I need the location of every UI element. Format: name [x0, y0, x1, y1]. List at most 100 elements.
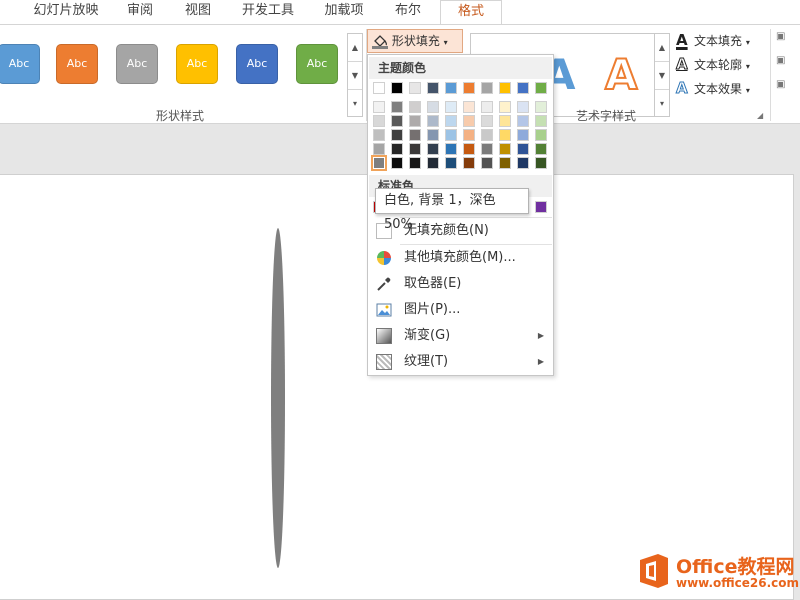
theme-color-swatch[interactable] — [499, 115, 511, 127]
arrange-icon-2[interactable]: ▣ — [776, 55, 800, 75]
gallery-more-icon[interactable]: ▾ — [348, 90, 362, 118]
theme-color-swatch[interactable] — [391, 101, 403, 113]
theme-color-swatch[interactable] — [463, 115, 475, 127]
theme-color-swatch[interactable] — [373, 143, 385, 155]
shape-style-3[interactable]: Abc — [116, 44, 158, 84]
text-outline-button[interactable]: A 文本轮廓 ▾ — [676, 53, 750, 75]
tab-review[interactable]: 审阅 — [118, 0, 162, 24]
theme-color-swatch[interactable] — [481, 101, 493, 113]
theme-color-swatch[interactable] — [373, 129, 385, 141]
text-effects-button[interactable]: A 文本效果 ▾ — [676, 77, 750, 99]
arrange-icon-1[interactable]: ▣ — [776, 31, 800, 51]
theme-color-swatch[interactable] — [427, 101, 439, 113]
wordart-style-orange-outline[interactable]: A — [604, 49, 638, 100]
theme-color-swatch[interactable] — [409, 115, 421, 127]
picture-fill-label: 图片(P)... — [404, 302, 461, 317]
theme-color-swatch[interactable] — [481, 82, 493, 94]
tab-slideshow[interactable]: 幻灯片放映 — [30, 0, 102, 24]
dialog-launcher-icon[interactable]: ◢ — [757, 111, 763, 120]
theme-color-swatch[interactable] — [427, 157, 439, 169]
more-fill-colors-item[interactable]: 其他填充颜色(M)... — [369, 246, 552, 270]
tab-view[interactable]: 视图 — [176, 0, 220, 24]
shape-style-1[interactable]: Abc — [0, 44, 40, 84]
submenu-arrow-icon: ▶ — [537, 357, 544, 366]
theme-color-swatch[interactable] — [499, 129, 511, 141]
theme-color-swatch[interactable] — [463, 82, 475, 94]
theme-color-swatch[interactable] — [373, 157, 385, 169]
theme-color-swatch[interactable] — [481, 115, 493, 127]
theme-color-swatch[interactable] — [409, 82, 421, 94]
theme-color-swatch[interactable] — [445, 82, 457, 94]
theme-color-swatch[interactable] — [427, 129, 439, 141]
theme-color-swatch[interactable] — [535, 157, 547, 169]
theme-color-swatch[interactable] — [535, 101, 547, 113]
theme-color-swatch[interactable] — [373, 101, 385, 113]
theme-color-swatch[interactable] — [373, 82, 385, 94]
theme-color-swatch[interactable] — [463, 101, 475, 113]
theme-color-swatch[interactable] — [463, 157, 475, 169]
texture-fill-item[interactable]: 纹理(T) ▶ — [369, 350, 552, 374]
theme-color-swatch[interactable] — [391, 143, 403, 155]
text-fill-button[interactable]: A 文本填充 ▾ — [676, 29, 750, 51]
tab-addins[interactable]: 加载项 — [316, 0, 372, 24]
theme-color-swatch[interactable] — [517, 101, 529, 113]
theme-color-swatch[interactable] — [517, 115, 529, 127]
tab-format[interactable]: 格式 — [440, 0, 502, 24]
theme-color-swatch[interactable] — [481, 157, 493, 169]
theme-color-swatch[interactable] — [445, 157, 457, 169]
theme-color-swatch[interactable] — [427, 115, 439, 127]
theme-color-swatch[interactable] — [427, 82, 439, 94]
theme-color-swatch[interactable] — [499, 143, 511, 155]
theme-color-swatch[interactable] — [409, 101, 421, 113]
theme-color-swatch[interactable] — [535, 82, 547, 94]
eyedropper-item[interactable]: 取色器(E) — [369, 272, 552, 296]
standard-color-swatch[interactable] — [535, 201, 547, 213]
theme-color-swatch[interactable] — [463, 129, 475, 141]
theme-color-swatch[interactable] — [409, 143, 421, 155]
theme-color-swatch[interactable] — [391, 157, 403, 169]
picture-fill-item[interactable]: 图片(P)... — [369, 298, 552, 322]
theme-color-swatch[interactable] — [517, 143, 529, 155]
shape-fill-button[interactable]: 形状填充 ▾ — [367, 29, 463, 53]
theme-color-swatch[interactable] — [499, 101, 511, 113]
theme-color-swatch[interactable] — [535, 143, 547, 155]
theme-color-swatch[interactable] — [445, 143, 457, 155]
theme-color-swatch[interactable] — [373, 115, 385, 127]
theme-color-swatch[interactable] — [391, 129, 403, 141]
gallery-up-icon[interactable]: ▲ — [348, 34, 362, 62]
shape-style-6[interactable]: Abc — [296, 44, 338, 84]
wordart-down-icon[interactable]: ▼ — [655, 62, 669, 90]
wordart-up-icon[interactable]: ▲ — [655, 34, 669, 62]
theme-color-swatch[interactable] — [499, 82, 511, 94]
theme-color-swatch[interactable] — [463, 143, 475, 155]
gradient-fill-item[interactable]: 渐变(G) ▶ — [369, 324, 552, 348]
shape-styles-group-label: 形状样式 — [156, 109, 205, 123]
shape-style-2[interactable]: Abc — [56, 44, 98, 84]
theme-color-swatch[interactable] — [445, 101, 457, 113]
selected-ellipse-shape[interactable] — [271, 228, 285, 568]
theme-color-swatch[interactable] — [481, 143, 493, 155]
gallery-down-icon[interactable]: ▼ — [348, 62, 362, 90]
theme-color-swatch[interactable] — [391, 82, 403, 94]
tab-boolean[interactable]: 布尔 — [386, 0, 430, 24]
theme-color-swatch[interactable] — [517, 129, 529, 141]
theme-color-swatch[interactable] — [445, 129, 457, 141]
shape-style-5[interactable]: Abc — [236, 44, 278, 84]
theme-color-swatch[interactable] — [499, 157, 511, 169]
theme-color-swatch[interactable] — [535, 129, 547, 141]
tab-developer[interactable]: 开发工具 — [234, 0, 302, 24]
theme-color-swatch[interactable] — [409, 129, 421, 141]
theme-color-swatch[interactable] — [409, 157, 421, 169]
text-effects-icon: A — [676, 79, 689, 98]
arrange-icon-3[interactable]: ▣ — [776, 79, 800, 99]
theme-color-swatch[interactable] — [445, 115, 457, 127]
shape-style-4[interactable]: Abc — [176, 44, 218, 84]
theme-color-swatch[interactable] — [517, 82, 529, 94]
more-fill-colors-label: 其他填充颜色(M)... — [404, 250, 516, 265]
theme-color-swatch[interactable] — [517, 157, 529, 169]
theme-color-swatch[interactable] — [535, 115, 547, 127]
theme-color-swatch[interactable] — [391, 115, 403, 127]
theme-color-swatch[interactable] — [481, 129, 493, 141]
wordart-more-icon[interactable]: ▾ — [655, 90, 669, 118]
theme-color-swatch[interactable] — [427, 143, 439, 155]
